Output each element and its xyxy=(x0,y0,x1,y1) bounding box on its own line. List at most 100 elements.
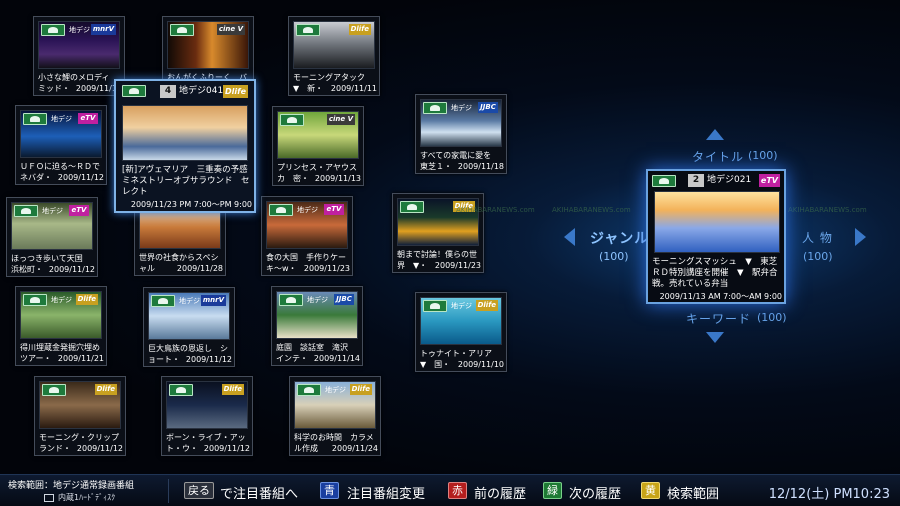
program-date: 2009/11/28 xyxy=(176,264,223,273)
nav-down-arrow-icon[interactable] xyxy=(706,332,724,343)
nav-keyword-label[interactable]: キーワード xyxy=(686,310,751,327)
channel-name: 地デジ xyxy=(69,26,90,34)
nav-up-arrow-icon[interactable] xyxy=(706,129,724,140)
program-datetime: 2009/11/23 PM 7:00～PM 9:00 xyxy=(130,200,252,209)
program-thumbnail: 地デジ mnrV xyxy=(38,21,120,69)
program-thumbnail: 地デジ Dlife xyxy=(420,297,502,345)
channel-name: 地デジ xyxy=(51,296,72,304)
program-date: 2009/11/13 xyxy=(314,174,361,183)
station-logo: eTV xyxy=(324,204,344,215)
channel-name: 地デジ xyxy=(325,386,346,394)
program-title: トゥナイト・アリア xyxy=(420,349,492,358)
program-subtitle: ル作成 xyxy=(294,444,318,453)
program-subtitle: ツアー・ xyxy=(20,354,52,363)
program-tile[interactable]: cine V プリンセス・アヤウス カ 密・ 2009/11/13 xyxy=(272,106,364,186)
program-tile[interactable]: 地デジ JJBC 庭園 談話室 滝沢 インテ・ 2009/11/14 xyxy=(271,286,363,366)
program-date: 2009/11/24 xyxy=(331,444,378,453)
blue-key-text: 注目番組変更 xyxy=(347,487,426,502)
terrestrial-badge-icon xyxy=(23,113,47,125)
program-tile[interactable]: 地デジ eTV ほっつき歩いて天国 浜松町・ 2009/11/12 xyxy=(6,197,98,277)
program-tile[interactable]: Dlife モーニング・クリップ ランド・ 2009/11/12 xyxy=(34,376,126,456)
program-title: ＵＦＯに迫る～ＲＤで xyxy=(20,162,100,171)
program-title: 朝まで討論！僕らの世 xyxy=(397,250,477,259)
program-date: 2009/11/23 xyxy=(303,264,350,273)
program-title: モーニングアタック xyxy=(293,73,365,82)
program-tile[interactable]: 地デジ JJBC すべての家電に愛を 東芝１・ 2009/11/18 xyxy=(415,94,507,174)
program-thumbnail: Dlife xyxy=(39,381,121,429)
terrestrial-badge-icon xyxy=(279,294,303,306)
program-title: ボーン・ライブ・アッ xyxy=(166,433,246,442)
channel-name: 地デジ xyxy=(307,296,328,304)
program-thumbnail: 地デジ eTV xyxy=(20,110,102,158)
terrestrial-badge-icon xyxy=(423,300,447,312)
watermark: AKIHABARANEWS.com xyxy=(788,206,867,214)
program-title: 巨大鳥族の恩返し シ xyxy=(148,344,228,353)
program-tile[interactable]: 地デジ mnrV 巨大鳥族の恩返し シ ョート・ 2009/11/12 xyxy=(143,287,235,367)
program-subtitle: カ 密・ xyxy=(277,174,309,183)
program-date: 2009/11/18 xyxy=(457,162,504,171)
clock: 12/12(土) PM10:23 xyxy=(768,487,890,502)
channel-name: 地デジ xyxy=(297,206,318,214)
back-key[interactable]: 戻る xyxy=(184,482,214,499)
program-thumbnail: 地デジ eTV xyxy=(11,202,93,250)
terrestrial-badge-icon xyxy=(423,102,447,114)
program-subtitle: インテ・ xyxy=(276,354,308,363)
program-title: 食の大国 手作りケー xyxy=(266,253,346,262)
program-tile[interactable]: 地デジ Dlife トゥナイト・アリア ▼ 国・ 2009/11/10 xyxy=(415,292,507,372)
terrestrial-badge-icon xyxy=(169,384,193,396)
yellow-key[interactable]: 黄 xyxy=(641,482,660,499)
program-date: 2009/11/12 xyxy=(76,444,123,453)
green-key[interactable]: 緑 xyxy=(543,482,562,499)
program-title: 世界の社食からスペシ xyxy=(139,253,219,262)
blue-key[interactable]: 青 xyxy=(320,482,339,499)
hdd-icon xyxy=(44,494,54,502)
station-logo: Dlife xyxy=(349,384,372,395)
green-key-text: 次の履歴 xyxy=(569,487,622,502)
nav-person-label[interactable]: 人 物 xyxy=(802,229,833,246)
terrestrial-badge-icon xyxy=(23,294,47,306)
program-date: 2009/11/11 xyxy=(330,84,377,93)
program-tile[interactable]: 地デジ eTV 食の大国 手作りケー キ～w・ 2009/11/23 xyxy=(261,196,353,276)
station-logo: mnrV xyxy=(90,24,116,35)
program-tile[interactable]: 地デジ mnrV 小さな鯉のメロディ ミッド・ 2009/11/12 xyxy=(33,16,125,96)
nav-right-arrow-icon[interactable] xyxy=(855,228,866,246)
nav-genre-label[interactable]: ジャンル xyxy=(590,228,649,248)
program-thumbnail xyxy=(122,105,248,161)
nav-genre-count: (100) xyxy=(599,250,629,263)
channel-number: 4 xyxy=(160,85,176,98)
station-logo: JJBC xyxy=(334,294,354,305)
program-tile[interactable]: Dlife 朝まで討論！僕らの世 界 ▼・ 2009/11/23 xyxy=(392,193,484,273)
channel-name: 地デジ xyxy=(42,207,63,215)
search-scope-label: 検索範囲：地デジ通常録画番組 xyxy=(8,481,135,491)
program-subtitle: ャル xyxy=(139,264,155,273)
selected-program-tile[interactable]: 4 地デジ041 Dlife [新]アヴェマリア 三重奏の予感 ミネストリーオブサ… xyxy=(114,79,256,213)
program-thumbnail: 地デジ JJBC xyxy=(420,99,502,147)
program-tile[interactable]: 地デジ Dlife 科学のお時間 カラメ ル作成 2009/11/24 xyxy=(289,376,381,456)
terrestrial-badge-icon xyxy=(170,24,194,36)
focus-program-panel[interactable]: 2 地デジ021 eTV モーニングスマッシュ ▼ 東芝 ＲＤ特別講座を開催 ▼ … xyxy=(646,169,786,304)
program-date: 2009/11/21 xyxy=(57,354,104,363)
program-tile[interactable]: 地デジ eTV ＵＦＯに迫る～ＲＤで ネバダ・ 2009/11/12 xyxy=(15,105,107,185)
station-logo: Dlife xyxy=(75,294,98,305)
terrestrial-badge-icon xyxy=(280,114,304,126)
nav-keyword-count: (100) xyxy=(757,311,787,324)
station-logo: Dlife xyxy=(222,85,248,98)
program-subtitle: 東芝１・ xyxy=(420,162,452,171)
nav-left-arrow-icon[interactable] xyxy=(564,228,575,246)
station-logo: cine V xyxy=(216,24,245,35)
red-key[interactable]: 赤 xyxy=(448,482,467,499)
program-tile[interactable]: Dlife モーニングアタック ▼ 新・ 2009/11/11 xyxy=(288,16,380,96)
program-tile[interactable]: 地デジ Dlife 得川埋蔵金発掘穴埋め ツアー・ 2009/11/21 xyxy=(15,286,107,366)
program-title: 庭園 談話室 滝沢 xyxy=(276,343,348,352)
nav-title-label[interactable]: タイトル xyxy=(692,148,744,165)
program-title: 得川埋蔵金発掘穴埋め xyxy=(20,343,100,352)
program-date: 2009/11/12 xyxy=(57,173,104,182)
terrestrial-badge-icon xyxy=(122,85,146,97)
channel-name: 地デジ041 xyxy=(179,86,224,96)
yellow-key-text: 検索範囲 xyxy=(667,487,720,502)
channel-name: 地デジ021 xyxy=(707,175,752,185)
program-tile[interactable]: Dlife ボーン・ライブ・アッ ト・ウ・ 2009/11/12 xyxy=(161,376,253,456)
red-key-text: 前の履歴 xyxy=(474,487,527,502)
program-date: 2009/11/12 xyxy=(203,444,250,453)
station-logo: eTV xyxy=(69,205,89,216)
